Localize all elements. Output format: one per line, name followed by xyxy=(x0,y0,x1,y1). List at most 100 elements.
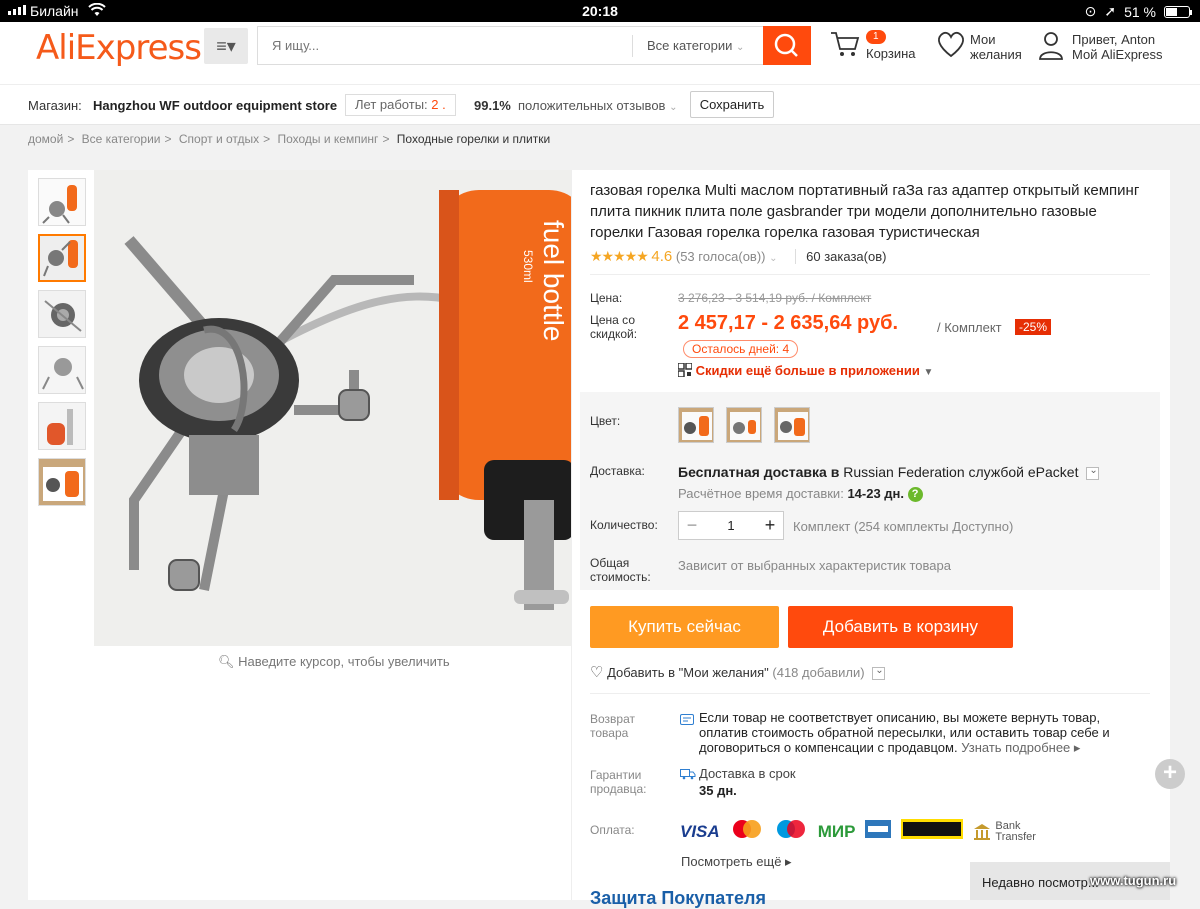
product-title: газовая горелка Multi маслом портативный… xyxy=(590,182,1140,241)
chevron-down-icon: ⌄ xyxy=(875,665,884,677)
amex-icon xyxy=(865,820,892,843)
breadcrumb-camping[interactable]: Походы и кемпинг xyxy=(277,132,378,146)
clock: 20:18 xyxy=(582,3,618,19)
delivery-on-time: Доставка в срок xyxy=(699,766,796,781)
quantity-decrease-button[interactable]: − xyxy=(679,512,705,539)
add-to-wishlist-text: Добавить в "Мои желания" xyxy=(607,665,769,680)
cart-link[interactable]: 1 Корзина xyxy=(830,30,916,63)
total-label: Общая стоимость: xyxy=(590,556,651,584)
account-greeting: Привет, Anton xyxy=(1072,32,1156,47)
color-option[interactable] xyxy=(726,407,762,443)
total-value: Зависит от выбранных характеристик товар… xyxy=(678,558,951,573)
breadcrumb-current[interactable]: Походные горелки и плитки xyxy=(397,132,550,146)
logo-text: AliExpress xyxy=(36,28,202,68)
category-select[interactable]: Все категории ⌄ xyxy=(632,35,762,57)
account-link[interactable]: Привет, Anton Мой AliExpress xyxy=(1038,30,1163,65)
thumbnail-image xyxy=(39,403,85,449)
discount-price: 2 457,17 - 2 635,64 руб. xyxy=(678,312,899,334)
visa-icon: VISA xyxy=(680,821,720,841)
thumbnail-image xyxy=(39,179,85,225)
discount-badge: -25% xyxy=(1015,319,1052,335)
thumbnail-image xyxy=(39,291,85,337)
site-header: AliExpress ≡▾ Все категории ⌄ 1 Корзина … xyxy=(0,22,1200,84)
bottle-volume: 530ml xyxy=(521,250,535,283)
chevron-down-icon[interactable]: ⌄ xyxy=(769,253,777,264)
shipping-time-label: Расчётное время доставки: xyxy=(678,486,844,501)
truck-icon xyxy=(680,767,696,785)
save-store-button[interactable]: Сохранить xyxy=(690,91,774,118)
payment-methods: VISA МИР Bank Transfer xyxy=(680,819,1036,844)
divider xyxy=(590,693,1150,694)
days-left-badge: Осталось дней: 4 xyxy=(683,340,799,358)
shipping-destination: Russian Federation службой ePacket xyxy=(843,464,1079,480)
chevron-down-icon: ⌄ xyxy=(669,102,678,113)
wishlist-count: (418 добавили) xyxy=(772,665,865,680)
see-more-text: Посмотреть ещё xyxy=(681,854,782,869)
delivery-days: 35 дн. xyxy=(699,783,737,798)
store-bar: Магазин: Hangzhou WF outdoor equipment s… xyxy=(0,84,1200,125)
breadcrumb-separator: > xyxy=(263,132,271,146)
rating-row: ★★★★★ 4.6 (53 голоса(ов)) ⌄ 60 заказа(ов… xyxy=(590,248,887,265)
cart-label: Корзина xyxy=(866,46,916,61)
magnifier-icon: 🔍︎ xyxy=(218,654,235,669)
search-icon xyxy=(774,33,798,57)
learn-more-link[interactable]: Узнать подробнее ▸ xyxy=(961,740,1080,755)
positive-feedback-label: положительных отзывов xyxy=(518,98,666,113)
ios-status-bar: Билайн 20:18 ⊙ ➚ 51 % xyxy=(0,0,1200,22)
search-input[interactable] xyxy=(258,27,630,64)
product-thumbnail-active[interactable] xyxy=(38,234,86,282)
return-policy: Если товар не соответствует описанию, вы… xyxy=(699,710,1139,755)
store-years-badge: Лет работы: 2 . xyxy=(345,94,456,116)
quantity-label: Количество: xyxy=(590,518,658,532)
categories-menu-button[interactable]: ≡▾ xyxy=(204,28,248,64)
positive-feedback-dropdown[interactable]: положительных отзывов ⌄ xyxy=(518,98,677,113)
product-thumbnail[interactable] xyxy=(38,290,86,338)
quantity-increase-button[interactable]: + xyxy=(757,512,783,539)
store-years-value: 2 . xyxy=(431,97,446,112)
breadcrumb-home[interactable]: домой xyxy=(28,132,63,146)
cart-count-badge: 1 xyxy=(866,30,886,44)
bank-transfer-text: Bank Transfer xyxy=(995,819,1036,843)
help-icon[interactable]: ? xyxy=(907,487,923,503)
wishlist-label-line1: Мои xyxy=(970,32,996,47)
quantity-input[interactable]: 1 xyxy=(705,512,757,539)
app-promo-link[interactable]: Скидки ещё больше в приложении ▼ xyxy=(677,362,933,378)
floating-plus-button[interactable]: + xyxy=(1155,759,1185,789)
battery-icon xyxy=(1164,5,1192,18)
color-option[interactable] xyxy=(774,407,810,443)
product-thumbnail[interactable] xyxy=(38,178,86,226)
product-thumbnail[interactable] xyxy=(38,458,86,506)
location-icon: ➚ xyxy=(1104,3,1117,19)
color-option[interactable] xyxy=(678,407,714,443)
add-to-cart-button[interactable]: Добавить в корзину xyxy=(788,606,1013,648)
breadcrumb-all-categories[interactable]: Все категории xyxy=(82,132,161,146)
zoom-hint-text: Наведите курсор, чтобы увеличить xyxy=(238,654,450,669)
price-unit: / Комплект xyxy=(937,320,1002,335)
bank-transfer-icon: Bank Transfer xyxy=(973,819,1036,843)
heart-plus-icon: ♡ xyxy=(590,664,604,681)
shipping-label: Доставка: xyxy=(590,464,645,478)
buy-now-button[interactable]: Купить сейчас xyxy=(590,606,779,648)
positive-feedback-percent: 99.1% xyxy=(474,98,511,113)
wishlist-dropdown[interactable]: ⌄ xyxy=(872,665,886,681)
main-product-image[interactable]: fuel bottle 530ml xyxy=(94,170,571,646)
store-name[interactable]: Hangzhou WF outdoor equipment store xyxy=(93,98,337,113)
product-thumbnail[interactable] xyxy=(38,346,86,394)
color-label: Цвет: xyxy=(590,414,621,428)
shipping-dropdown[interactable]: ⌄ xyxy=(1086,465,1100,480)
orders-count: 60 заказа(ов) xyxy=(795,249,887,264)
swatch-image xyxy=(679,408,713,442)
thumbnail-list xyxy=(38,178,86,514)
thumbnail-image xyxy=(39,347,85,393)
aliexpress-logo[interactable]: AliExpress xyxy=(36,28,202,68)
wishlist-link[interactable]: Мои желания xyxy=(936,30,1022,63)
add-to-wishlist[interactable]: ♡ Добавить в "Мои желания" (418 добавили… xyxy=(590,663,886,681)
product-thumbnail[interactable] xyxy=(38,402,86,450)
return-icon xyxy=(680,712,694,730)
see-more-payments-link[interactable]: Посмотреть ещё ▸ xyxy=(681,854,792,870)
cart-icon xyxy=(831,32,860,56)
search-button[interactable] xyxy=(763,26,811,65)
votes-count[interactable]: (53 голоса(ов)) xyxy=(676,249,766,264)
old-price: 3 276,23 - 3 514,19 руб. / Комплект xyxy=(678,291,872,305)
breadcrumb-sport[interactable]: Спорт и отдых xyxy=(179,132,259,146)
